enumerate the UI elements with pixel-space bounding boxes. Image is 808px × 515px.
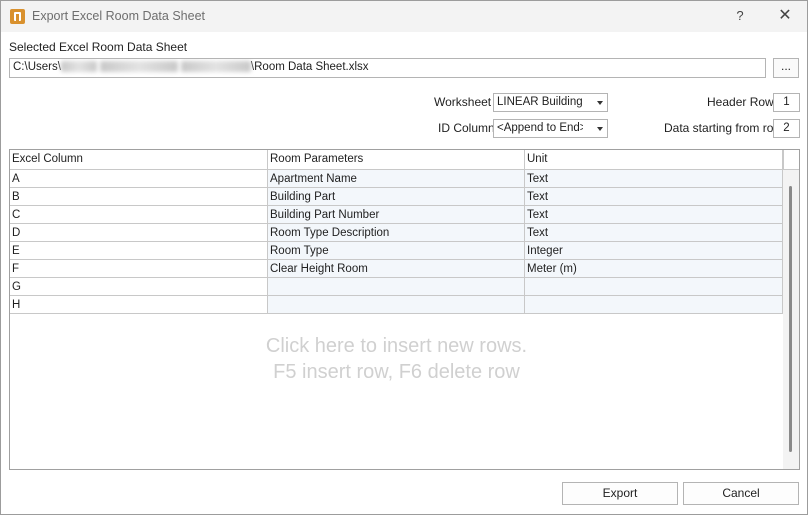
grid-cell-parameter[interactable] xyxy=(268,296,525,314)
column-header-unit[interactable]: Unit xyxy=(525,150,783,170)
grid-cell-parameter[interactable]: Building Part xyxy=(268,188,525,206)
id-column-label: ID Column xyxy=(438,121,495,135)
path-prefix: C:\Users\ xyxy=(13,61,61,73)
insert-rows-hint[interactable]: Click here to insert new rows. F5 insert… xyxy=(10,333,783,385)
worksheet-select[interactable]: LINEAR Building Ex xyxy=(493,93,608,112)
dialog-content: Selected Excel Room Data Sheet C:\Users\… xyxy=(1,32,807,514)
help-icon[interactable]: ? xyxy=(726,3,754,29)
data-start-input[interactable]: 2 xyxy=(773,119,800,138)
grid-cell-unit[interactable]: Text xyxy=(525,206,783,224)
close-icon[interactable]: ✕ xyxy=(771,3,799,29)
title-bar[interactable]: Export Excel Room Data Sheet ? ✕ xyxy=(1,1,807,32)
worksheet-label: Worksheet xyxy=(434,95,492,109)
grid-cell-unit[interactable]: Text xyxy=(525,188,783,206)
redacted-username xyxy=(60,61,97,73)
grid-cell-parameter[interactable] xyxy=(268,278,525,296)
grid-cell-column[interactable]: F xyxy=(10,260,268,278)
header-row-input[interactable]: 1 xyxy=(773,93,800,112)
file-label: Selected Excel Room Data Sheet xyxy=(9,40,188,54)
path-suffix: \Room Data Sheet.xlsx xyxy=(250,61,369,73)
column-header-excel[interactable]: Excel Column xyxy=(10,150,268,170)
grid-cell-parameter[interactable]: Room Type Description xyxy=(268,224,525,242)
hint-line-2: F5 insert row, F6 delete row xyxy=(273,361,520,383)
grid-cell-column[interactable]: G xyxy=(10,278,268,296)
vertical-scrollbar[interactable] xyxy=(783,170,799,469)
scrollbar-corner xyxy=(783,150,799,170)
export-button[interactable]: Export xyxy=(562,482,678,505)
grid-cell-unit[interactable]: Integer xyxy=(525,242,783,260)
grid-cell-unit[interactable]: Meter (m) xyxy=(525,260,783,278)
grid-cell-column[interactable]: H xyxy=(10,296,268,314)
grid-cell-parameter[interactable]: Building Part Number xyxy=(268,206,525,224)
data-start-label: Data starting from row xyxy=(664,121,783,135)
redacted-subfolder xyxy=(180,61,251,73)
grid-cell-column[interactable]: B xyxy=(10,188,268,206)
grid-cell-column[interactable]: A xyxy=(10,170,268,188)
app-logo-icon xyxy=(10,9,25,24)
grid-cell-unit[interactable]: Text xyxy=(525,170,783,188)
scrollbar-thumb[interactable] xyxy=(789,186,792,452)
grid-cell-parameter[interactable]: Room Type xyxy=(268,242,525,260)
cancel-button[interactable]: Cancel xyxy=(683,482,799,505)
chevron-down-icon xyxy=(597,127,603,131)
column-header-parameters[interactable]: Room Parameters xyxy=(268,150,525,170)
hint-line-1: Click here to insert new rows. xyxy=(265,335,528,357)
id-column-select[interactable]: <Append to End> xyxy=(493,119,608,138)
browse-button[interactable]: ... xyxy=(773,58,799,78)
header-row-label: Header Row xyxy=(707,95,774,109)
chevron-down-icon xyxy=(597,101,603,105)
grid-cell-column[interactable]: E xyxy=(10,242,268,260)
grid-cell-unit[interactable]: Text xyxy=(525,224,783,242)
window-title: Export Excel Room Data Sheet xyxy=(32,9,205,23)
export-dialog: Export Excel Room Data Sheet ? ✕ Selecte… xyxy=(0,0,808,515)
grid-cell-unit[interactable] xyxy=(525,296,783,314)
grid-cell-column[interactable]: D xyxy=(10,224,268,242)
grid-cell-column[interactable]: C xyxy=(10,206,268,224)
worksheet-value: LINEAR Building Ex xyxy=(497,96,583,108)
grid-cell-parameter[interactable]: Apartment Name xyxy=(268,170,525,188)
redacted-folder xyxy=(99,61,178,73)
mapping-grid[interactable]: Excel Column Room Parameters Unit A Apar… xyxy=(9,149,800,470)
grid-cell-unit[interactable] xyxy=(525,278,783,296)
id-column-value: <Append to End> xyxy=(497,122,583,134)
grid-cell-parameter[interactable]: Clear Height Room xyxy=(268,260,525,278)
file-path-field[interactable]: C:\Users\ \Room Data Sheet.xlsx xyxy=(9,58,766,78)
